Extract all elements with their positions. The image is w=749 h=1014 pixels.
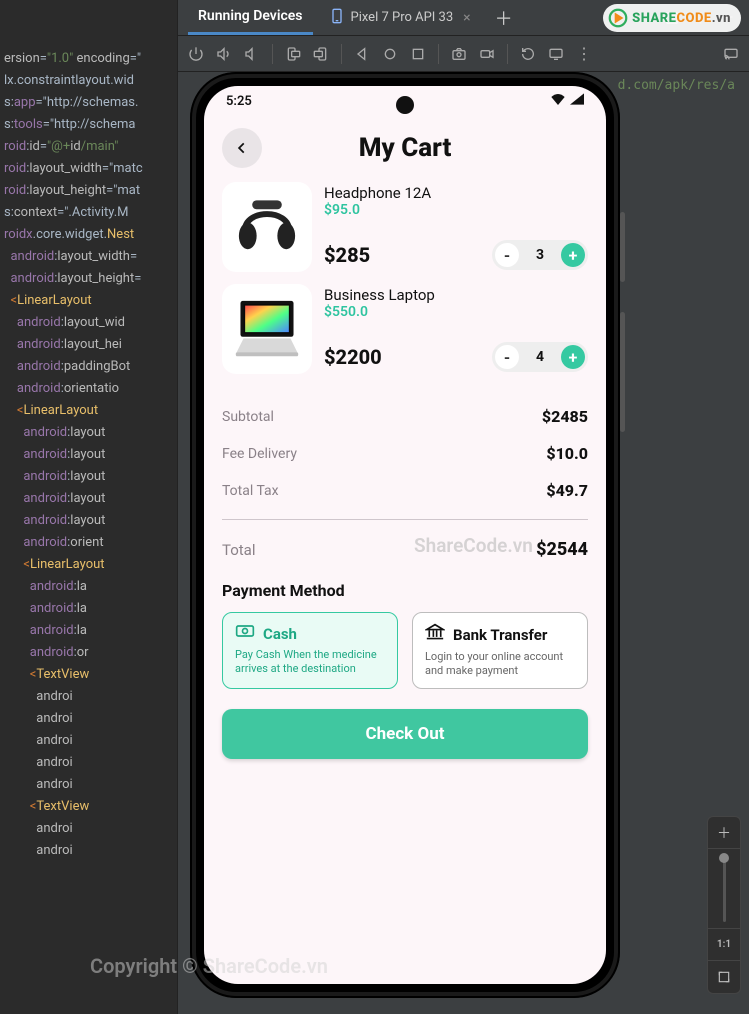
summary-value: $2544 [536,539,588,560]
rotate-right-icon[interactable] [311,44,331,64]
cash-icon [235,623,255,644]
product-unit-price: $95.0 [324,202,588,218]
device-viewport: d.com/apk/res/a 5:25 [178,72,749,1014]
checkout-label: Check Out [366,724,445,744]
zoom-slider[interactable] [708,849,740,929]
minimize-icon[interactable]: — [717,7,739,29]
cart-item: Headphone 12A $95.0 $285 - 3 + [222,182,588,272]
summary-label: Total Tax [222,483,279,499]
nav-home-icon[interactable] [380,44,400,64]
display-settings-icon[interactable] [546,44,566,64]
qty-increase-button[interactable]: + [561,345,585,369]
running-devices-panel: Running Devices Pixel 7 Pro API 33 × ＋ ⋮… [177,0,749,1014]
emulator-toolbar: ⋮ [178,36,749,72]
volume-up-icon[interactable] [214,44,234,64]
product-name: Headphone 12A [324,184,588,202]
summary-label: Subtotal [222,409,274,425]
add-device-button[interactable]: ＋ [487,5,521,31]
payment-method-name: Cash [263,625,297,643]
qty-decrease-button[interactable]: - [495,243,519,267]
screenshot-icon[interactable] [449,44,469,64]
device-zoom-controls: ＋ 1:1 [707,816,741,994]
zoom-fit-button[interactable] [708,961,740,993]
app-content: My Cart [204,116,606,984]
phone-frame: 5:25 [190,72,620,998]
qty-increase-button[interactable]: + [561,243,585,267]
summary-label: Total [222,541,256,559]
status-time: 5:25 [226,94,252,109]
status-bar: 5:25 [204,86,606,116]
summary-label: Fee Delivery [222,446,297,462]
device-tab[interactable]: Pixel 7 Pro API 33 × [319,8,481,28]
product-name: Business Laptop [324,286,588,304]
summary-value: $2485 [542,407,588,426]
summary-value: $10.0 [546,444,588,463]
product-image [222,182,312,272]
record-icon[interactable] [477,44,497,64]
summary-value: $49.7 [546,481,588,500]
phone-side-button [620,212,625,282]
product-image [222,284,312,374]
payment-method-desc: Pay Cash When the medicine arrives at th… [235,648,385,676]
quantity-stepper: - 3 + [492,240,588,270]
payment-method-cash[interactable]: Cash Pay Cash When the medicine arrives … [222,612,398,689]
popout-icon[interactable] [661,7,683,29]
page-title: My Cart [222,133,588,163]
step-back-icon[interactable] [518,44,538,64]
summary-row: Fee Delivery $10.0 [222,441,588,466]
code-hint-right: d.com/apk/res/a [618,78,735,93]
checkout-button[interactable]: Check Out [222,709,588,759]
summary-total-row: Total $2544 [222,536,588,563]
front-camera [396,96,414,114]
bank-icon [425,623,445,646]
product-unit-price: $550.0 [324,304,588,320]
device-tab-label: Pixel 7 Pro API 33 [351,10,454,25]
payment-method-name: Bank Transfer [453,626,547,644]
wifi-icon [550,93,566,109]
payment-method-desc: Login to your online account and make pa… [425,650,575,678]
zoom-1-to-1-button[interactable]: 1:1 [708,929,740,961]
payment-method-bank[interactable]: Bank Transfer Login to your online accou… [412,612,588,689]
panel-tab-bar: Running Devices Pixel 7 Pro API 33 × ＋ ⋮… [178,0,749,36]
summary-row: Subtotal $2485 [222,404,588,429]
running-devices-tab[interactable]: Running Devices [188,0,313,35]
divider [222,519,588,520]
product-line-total: $285 [324,243,370,267]
app-header: My Cart [222,126,588,170]
phone-screen[interactable]: 5:25 [204,86,606,984]
power-icon[interactable] [186,44,206,64]
qty-value: 3 [536,247,544,263]
phone-icon [329,8,345,28]
running-devices-tab-label: Running Devices [198,8,303,24]
more-icon[interactable]: ⋮ [689,7,711,29]
zoom-in-button[interactable]: ＋ [708,817,740,849]
qty-value: 4 [536,349,544,365]
volume-down-icon[interactable] [242,44,262,64]
cart-item: Business Laptop $550.0 $2200 - 4 + [222,284,588,374]
qty-decrease-button[interactable]: - [495,345,519,369]
payment-method-title: Payment Method [222,581,588,600]
signal-icon [570,93,584,109]
close-icon[interactable]: × [463,10,470,26]
back-button[interactable] [222,128,262,168]
product-line-total: $2200 [324,345,382,369]
cast-icon[interactable] [721,44,741,64]
quantity-stepper: - 4 + [492,342,588,372]
payment-methods: Cash Pay Cash When the medicine arrives … [222,612,588,689]
phone-side-button [620,312,625,432]
summary-row: Total Tax $49.7 [222,478,588,503]
toolbar-more-icon[interactable]: ⋮ [574,44,594,64]
nav-overview-icon[interactable] [408,44,428,64]
nav-back-icon[interactable] [352,44,372,64]
rotate-left-icon[interactable] [283,44,303,64]
